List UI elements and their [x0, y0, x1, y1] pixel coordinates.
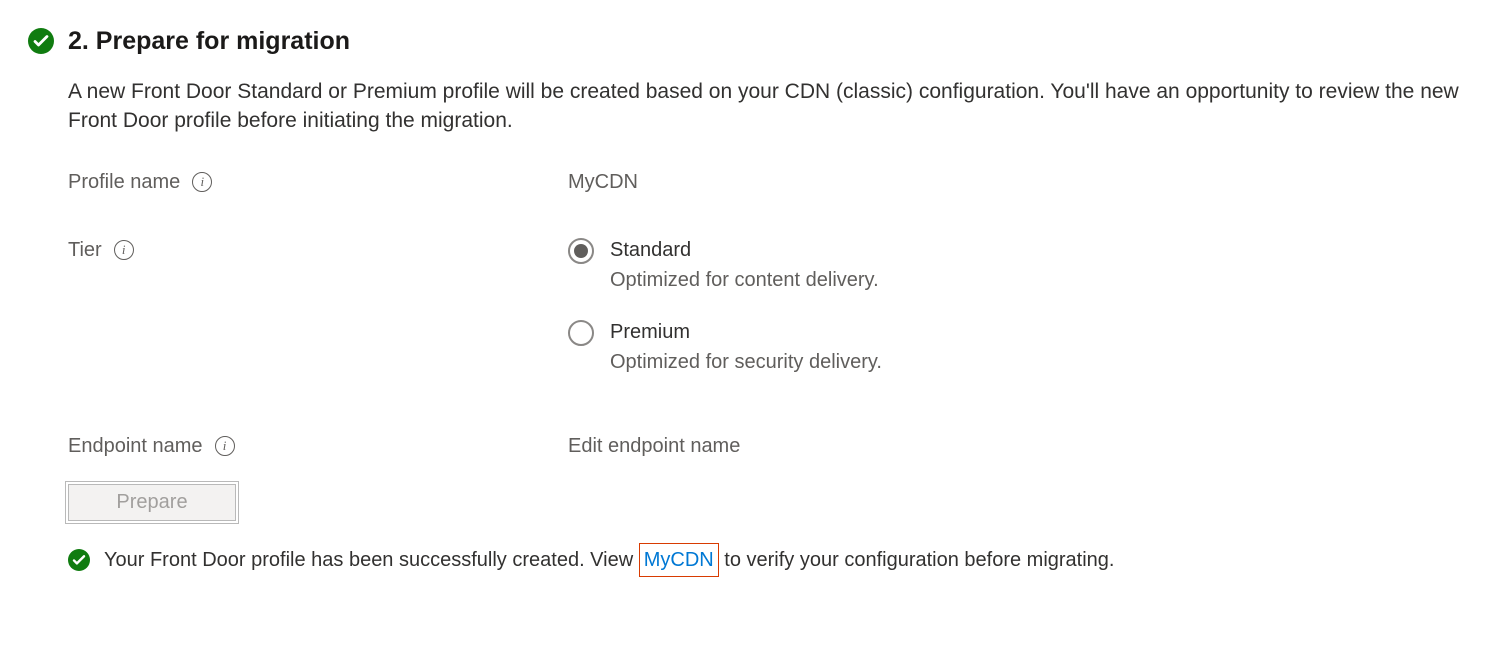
tier-radio-group: Standard Optimized for content delivery.…	[568, 236, 1472, 376]
profile-name-row: Profile name i MyCDN	[68, 168, 1472, 196]
status-suffix: to verify your configuration before migr…	[719, 549, 1115, 571]
status-message: Your Front Door profile has been success…	[104, 543, 1115, 577]
radio-button[interactable]	[568, 238, 594, 264]
prepare-button[interactable]: Prepare	[68, 484, 236, 521]
radio-button[interactable]	[568, 320, 594, 346]
endpoint-name-label: Endpoint name	[68, 432, 203, 460]
profile-name-value: MyCDN	[568, 171, 638, 193]
migration-form: Profile name i MyCDN Tier i Standard Opt…	[68, 168, 1472, 460]
status-link-highlight: MyCDN	[639, 543, 719, 577]
status-row: Your Front Door profile has been success…	[68, 543, 1472, 577]
tier-label: Tier	[68, 236, 102, 264]
tier-option-standard[interactable]: Standard Optimized for content delivery.	[568, 236, 1472, 294]
section-title: 2. Prepare for migration	[68, 24, 350, 59]
endpoint-name-value[interactable]: Edit endpoint name	[568, 435, 740, 457]
profile-name-label: Profile name	[68, 168, 180, 196]
section-header: 2. Prepare for migration	[28, 24, 1472, 59]
info-icon[interactable]: i	[215, 436, 235, 456]
tier-row: Tier i Standard Optimized for content de…	[68, 236, 1472, 376]
info-icon[interactable]: i	[192, 172, 212, 192]
radio-subtitle: Optimized for security delivery.	[610, 348, 882, 376]
profile-link[interactable]: MyCDN	[644, 549, 714, 571]
tier-option-premium[interactable]: Premium Optimized for security delivery.	[568, 318, 1472, 376]
endpoint-name-row: Endpoint name i Edit endpoint name	[68, 432, 1472, 460]
check-icon	[68, 549, 90, 571]
radio-title: Standard	[610, 236, 879, 264]
radio-title: Premium	[610, 318, 882, 346]
status-prefix: Your Front Door profile has been success…	[104, 549, 639, 571]
section-description: A new Front Door Standard or Premium pro…	[68, 77, 1468, 136]
check-icon	[28, 28, 54, 54]
radio-subtitle: Optimized for content delivery.	[610, 266, 879, 294]
info-icon[interactable]: i	[114, 240, 134, 260]
